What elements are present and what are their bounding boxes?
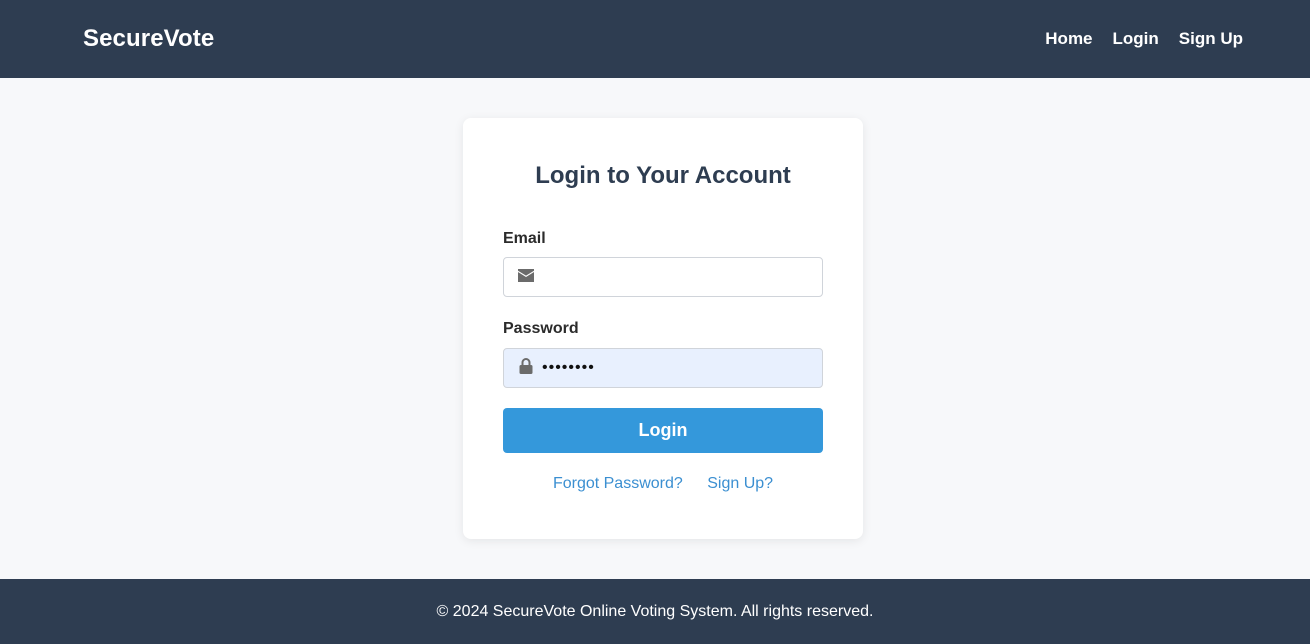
password-input-wrapper[interactable] <box>503 348 823 388</box>
nav-signup-link[interactable]: Sign Up <box>1179 29 1243 49</box>
email-field[interactable] <box>542 258 820 296</box>
lock-icon <box>517 357 535 375</box>
forgot-password-link[interactable]: Forgot Password? <box>553 475 683 492</box>
login-card: Login to Your Account Email Password Log… <box>463 118 863 539</box>
email-label: Email <box>503 230 546 247</box>
envelope-icon <box>517 266 535 284</box>
nav-links: Home Login Sign Up <box>1025 29 1243 49</box>
login-button[interactable]: Login <box>503 408 823 453</box>
password-field[interactable] <box>542 349 820 387</box>
password-label: Password <box>503 320 579 337</box>
navbar: SecureVote Home Login Sign Up <box>0 0 1310 78</box>
nav-login-link[interactable]: Login <box>1113 29 1159 49</box>
auth-links: Forgot Password? Sign Up? <box>463 475 863 493</box>
brand-logo[interactable]: SecureVote <box>83 25 214 53</box>
footer-copyright: © 2024 SecureVote Online Voting System. … <box>436 602 874 620</box>
login-title: Login to Your Account <box>535 162 791 189</box>
signup-link[interactable]: Sign Up? <box>707 475 773 492</box>
nav-home-link[interactable]: Home <box>1045 29 1092 49</box>
footer: © 2024 SecureVote Online Voting System. … <box>0 579 1310 644</box>
email-input-wrapper[interactable] <box>503 257 823 297</box>
